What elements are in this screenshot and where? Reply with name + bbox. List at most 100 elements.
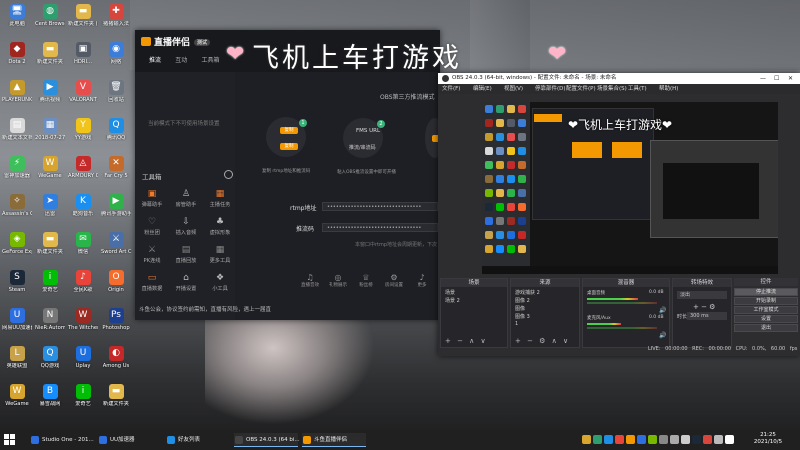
desktop-icon[interactable]: ◬ ARMOURY CRATE: [68, 156, 98, 179]
tray-icon[interactable]: [714, 435, 723, 444]
taskbar-app-button[interactable]: UU加速器: [98, 433, 162, 447]
desktop-icon[interactable]: O Origin: [101, 270, 131, 293]
scene-item[interactable]: 场景 2: [445, 297, 460, 304]
desktop-icon[interactable]: ◈ GeForce Experience: [2, 232, 32, 255]
volume-slider[interactable]: [587, 327, 657, 329]
toolbox-item[interactable]: ▦ 更多工具: [205, 245, 235, 264]
desktop-icon[interactable]: V VALORANT: [68, 80, 98, 103]
source-item[interactable]: 游戏捕获 2: [515, 289, 540, 296]
desktop-icon[interactable]: W The Witcher 3 Wild Hunt: [68, 308, 98, 331]
desktop-icon[interactable]: U Uplay: [68, 346, 98, 369]
desktop-icon[interactable]: 🖥 此电脑: [2, 4, 32, 27]
stream-key-field[interactable]: ••••••••••••••••••••••••••••••••: [322, 223, 438, 232]
desktop-icon[interactable]: ◆ Dota 2: [2, 42, 32, 65]
desktop-icon[interactable]: ▲ PLAYERUNKNOWN'S BATTLEGR...: [2, 80, 32, 103]
desktop-icon[interactable]: Q 腾讯QQ: [101, 118, 131, 141]
taskbar-app-button[interactable]: 斗鱼直播伴侣: [302, 433, 366, 447]
source-item[interactable]: 图像: [515, 305, 525, 312]
desktop-icon[interactable]: ▶ 腾讯视频: [35, 80, 65, 103]
taskbar-app-button[interactable]: 好友列表: [166, 433, 230, 447]
studio-mode-button[interactable]: 工作室模式: [734, 306, 798, 314]
desktop-icon[interactable]: ⚔ Sword Art Online Fa...: [101, 232, 131, 255]
tab-interact[interactable]: 互动: [175, 57, 187, 64]
obs-menu-item[interactable]: 帮助(H): [659, 84, 678, 94]
desktop-icon[interactable]: ✉ 微信: [68, 232, 98, 255]
desktop-icon[interactable]: ▣ HDRI...: [68, 42, 98, 65]
desktop-icon[interactable]: ♪ 全民K歌: [68, 270, 98, 293]
tab-tools[interactable]: 工具箱: [202, 57, 220, 64]
tray-icon[interactable]: [692, 435, 701, 444]
toolbox-item[interactable]: ♡ 粉丝团: [137, 217, 167, 236]
toolbox-item[interactable]: ❖ 小工具: [205, 273, 235, 292]
desktop-icon[interactable]: ▬ 新建文件夹: [101, 384, 131, 407]
toolbox-item[interactable]: ▭ 直播数据: [137, 273, 167, 292]
obs-menu-item[interactable]: 停靠部件(D): [535, 84, 566, 94]
desktop-icon[interactable]: S Steam: [2, 270, 32, 293]
desktop-icon[interactable]: ✚ 猪猪输入法: [101, 4, 131, 27]
speaker-icon[interactable]: 🔊: [659, 307, 666, 314]
desktop-icon[interactable]: B 暴雪战网: [35, 384, 65, 407]
toolbox-item[interactable]: ⌂ 开播设置: [171, 273, 201, 292]
transition-add-remove[interactable]: + − ⚙: [693, 303, 715, 311]
rtmp-address-field[interactable]: ••••••••••••••••••••••••••••••••: [322, 202, 438, 211]
desktop-icon[interactable]: ✕ Far Cry 5: [101, 156, 131, 179]
desktop-icon[interactable]: ✧ Assassin's Creed Od...: [2, 194, 32, 217]
sources-toolbar[interactable]: + − ⚙ ∧ ∨: [515, 337, 570, 345]
tray-icon[interactable]: [648, 435, 657, 444]
tray-icon[interactable]: [593, 435, 602, 444]
obs-preview-canvas[interactable]: ❤飞机上车打游戏❤: [482, 102, 778, 274]
source-item[interactable]: 图像 3: [515, 313, 530, 320]
start-button[interactable]: [4, 434, 16, 446]
source-item[interactable]: 图像 2: [515, 297, 530, 304]
scene-item[interactable]: 场景: [445, 289, 455, 296]
toolbox-item[interactable]: ♙ 房管助手: [171, 189, 201, 208]
exit-button[interactable]: 退出: [734, 324, 798, 332]
desktop-icon[interactable]: K 酷狗音乐: [68, 194, 98, 217]
tray-icon[interactable]: [659, 435, 668, 444]
taskbar-clock[interactable]: 21:25 2021/10/5: [748, 432, 788, 446]
minimize-icon[interactable]: —: [760, 73, 766, 84]
obs-menu-item[interactable]: 配置文件(P): [566, 84, 596, 94]
desktop-icon[interactable]: ⚡ 雷神加速器: [2, 156, 32, 179]
toolbox-settings-icon[interactable]: [224, 170, 233, 179]
maximize-icon[interactable]: ☐: [774, 73, 779, 84]
obs-menu-item[interactable]: 文件(F): [442, 84, 460, 94]
obs-menu-item[interactable]: 工具(T): [628, 84, 647, 94]
volume-slider[interactable]: [587, 302, 657, 304]
toolbox-item[interactable]: ♣ 虚拟形象: [205, 217, 235, 236]
desktop-icon[interactable]: ◐ Among Us: [101, 346, 131, 369]
desktop-icon[interactable]: W WeGame: [2, 384, 32, 407]
start-recording-button[interactable]: 开始录制: [734, 297, 798, 305]
desktop-icon[interactable]: Y YY游戏: [68, 118, 98, 141]
desktop-icon[interactable]: W WeGame: [35, 156, 65, 179]
bottom-tool[interactable]: ♫ 直播音效: [298, 273, 322, 288]
tray-icon[interactable]: [725, 435, 734, 444]
desktop-icon[interactable]: ▦ 2018-07-27 ...: [35, 118, 65, 141]
bottom-tool[interactable]: ⚙ 房间设置: [382, 273, 406, 288]
toolbox-item[interactable]: ▦ 主播任务: [205, 189, 235, 208]
taskbar-app-button[interactable]: Studio One - 201...: [30, 433, 94, 447]
desktop-icon[interactable]: L 英雄联盟: [2, 346, 32, 369]
desktop-icon[interactable]: ▬ 新建文件夹: [35, 42, 65, 65]
stop-streaming-button[interactable]: 停止推流: [734, 288, 798, 296]
desktop-icon[interactable]: ▶ 腾讯手游助手: [101, 194, 131, 217]
copy-key-button[interactable]: 复制: [280, 143, 298, 150]
obs-menu-item[interactable]: 场景集合(S): [597, 84, 627, 94]
tray-icon[interactable]: [637, 435, 646, 444]
tray-icon[interactable]: [626, 435, 635, 444]
toolbox-item[interactable]: ⚔ PK连线: [137, 245, 167, 264]
tray-icon[interactable]: [604, 435, 613, 444]
obs-menu-item[interactable]: 编辑(E): [473, 84, 492, 94]
tray-icon[interactable]: [670, 435, 679, 444]
bottom-tool[interactable]: ◎ 礼物展示: [326, 273, 350, 288]
toolbox-item[interactable]: ▣ 弹幕助手: [137, 189, 167, 208]
desktop-icon[interactable]: Ps Photoshop: [101, 308, 131, 331]
desktop-icon[interactable]: ◉ 网络: [101, 42, 131, 65]
desktop-icon[interactable]: i 爱奇艺: [35, 270, 65, 293]
desktop-icon[interactable]: i 爱奇艺: [68, 384, 98, 407]
tray-icon[interactable]: [582, 435, 591, 444]
tray-icon[interactable]: [703, 435, 712, 444]
bottom-tool[interactable]: ♪ 更多: [410, 273, 434, 288]
desktop-icon[interactable]: ◍ Cent Browser: [35, 4, 65, 27]
duration-input[interactable]: 300 ms: [687, 312, 727, 320]
